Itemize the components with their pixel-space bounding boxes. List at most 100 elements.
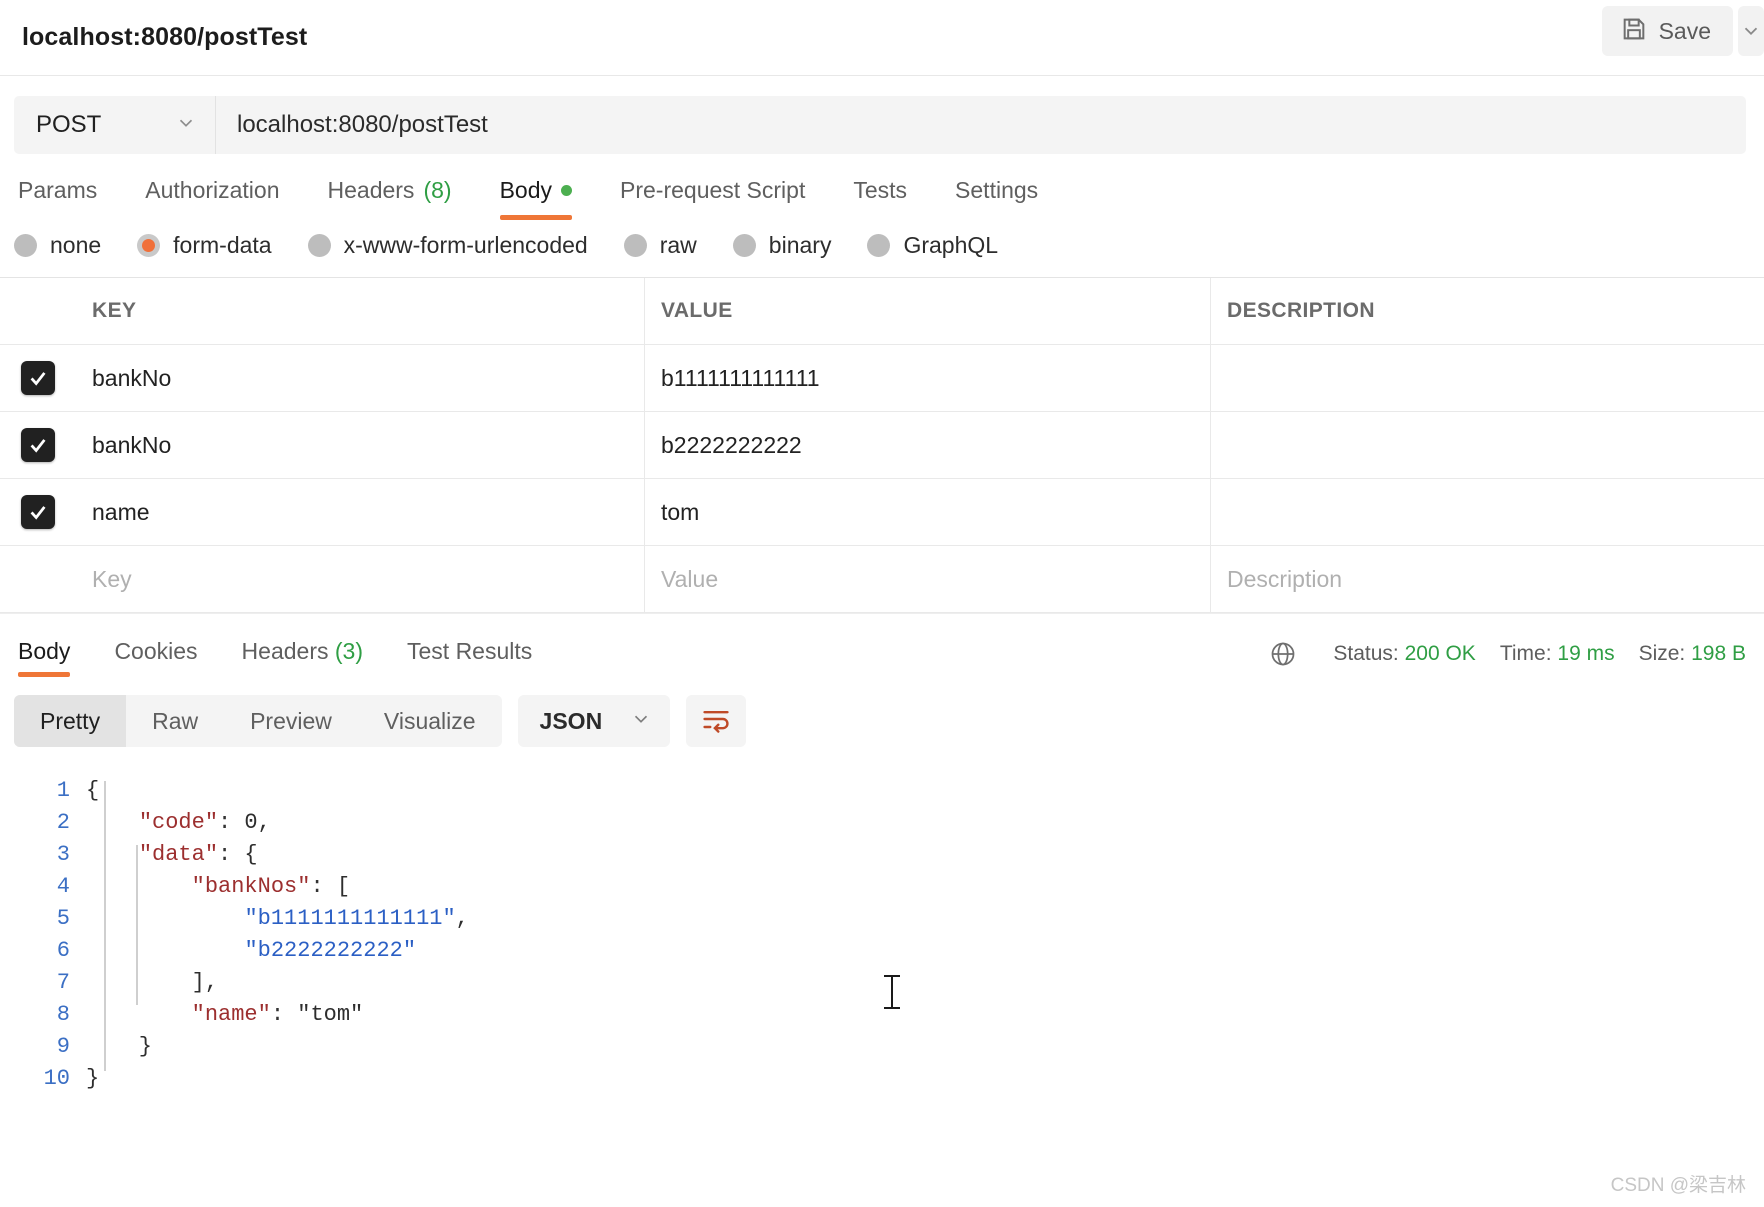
- tab-label: Tests: [853, 177, 908, 203]
- save-button[interactable]: Save: [1601, 6, 1733, 56]
- radio-icon: [867, 234, 891, 257]
- row-description-input[interactable]: [1211, 479, 1764, 545]
- status-label: Status:: [1333, 641, 1399, 665]
- code-line: "code": 0,: [138, 810, 271, 835]
- radio-binary[interactable]: binary: [732, 232, 832, 259]
- url-input[interactable]: localhost:8080/postTest: [216, 96, 1746, 154]
- tab-label: Body: [499, 177, 552, 203]
- row-key-input[interactable]: bankNo: [76, 412, 645, 478]
- url-bar: POST localhost:8080/postTest: [14, 96, 1746, 154]
- form-data-table: KEY VALUE DESCRIPTION bankNo b1111111111…: [0, 277, 1764, 613]
- response-tab-test-results[interactable]: Test Results: [385, 638, 554, 677]
- tab-body[interactable]: Body: [476, 177, 596, 220]
- row-description-input[interactable]: [1211, 345, 1764, 411]
- body-type-radio-group: none form-data x-www-form-urlencoded raw…: [0, 220, 1764, 277]
- row-checkbox-checked[interactable]: [21, 428, 55, 462]
- response-body-viewer[interactable]: 1 2 3 4 5 6 7 8 9 10 { "code": 0, "data"…: [0, 761, 1764, 1095]
- response-header: Body Cookies Headers (3) Test Results St…: [0, 613, 1764, 677]
- tab-tests[interactable]: Tests: [829, 177, 931, 220]
- code-line: }: [86, 1066, 100, 1091]
- size-label: Size:: [1638, 641, 1686, 665]
- tab-pre-request-script[interactable]: Pre-request Script: [596, 177, 829, 220]
- line-number: 9: [56, 1034, 70, 1059]
- new-row-value-input[interactable]: Value: [645, 546, 1211, 612]
- radio-raw[interactable]: raw: [623, 232, 697, 259]
- radio-label: binary: [768, 232, 832, 258]
- response-format-label: JSON: [539, 707, 603, 734]
- tab-label: Authorization: [145, 177, 280, 203]
- tab-label: Pre-request Script: [620, 177, 806, 203]
- response-meta: Status: 200 OK Time: 19 ms Size: 198 B: [1269, 640, 1746, 668]
- response-tab-headers[interactable]: Headers (3): [220, 638, 385, 677]
- viewer-mode-visualize[interactable]: Visualize: [358, 695, 502, 747]
- column-header-key: KEY: [76, 278, 645, 344]
- response-tabs: Body Cookies Headers (3) Test Results: [14, 631, 554, 677]
- top-bar: localhost:8080/postTest Save: [0, 0, 1764, 76]
- line-number: 7: [56, 970, 70, 995]
- row-value-input[interactable]: b2222222222: [645, 412, 1211, 478]
- new-row-description-input[interactable]: Description: [1211, 546, 1764, 612]
- row-checkbox-checked[interactable]: [21, 361, 55, 395]
- viewer-mode-raw[interactable]: Raw: [126, 695, 224, 747]
- postman-request-window: localhost:8080/postTest Save POST localh…: [0, 0, 1764, 1207]
- header-checkbox-cell: [0, 278, 76, 344]
- tab-headers-count: (8): [423, 177, 452, 203]
- radio-form-data[interactable]: form-data: [137, 232, 272, 259]
- radio-label: none: [50, 232, 102, 258]
- response-tab-cookies[interactable]: Cookies: [92, 638, 219, 677]
- row-key-input[interactable]: bankNo: [76, 345, 645, 411]
- tab-authorization[interactable]: Authorization: [121, 177, 303, 220]
- size-badge: Size: 198 B: [1639, 642, 1746, 666]
- code-fold-guide: [136, 845, 138, 1005]
- chevron-down-icon: [175, 112, 197, 139]
- page-title: localhost:8080/postTest: [22, 23, 308, 51]
- column-header-value: VALUE: [645, 278, 1211, 344]
- watermark: CSDN @梁吉林: [1610, 1175, 1746, 1196]
- globe-icon: [1269, 640, 1297, 668]
- radio-icon: [307, 234, 331, 257]
- viewer-mode-segmented: Pretty Raw Preview Visualize: [14, 695, 502, 747]
- code-line: "name": "tom": [191, 1002, 364, 1027]
- code-line: "b2222222222": [244, 938, 417, 963]
- response-format-select[interactable]: JSON: [517, 695, 671, 747]
- tab-settings[interactable]: Settings: [931, 177, 1062, 220]
- line-number: 5: [56, 906, 70, 931]
- word-wrap-button[interactable]: [686, 695, 747, 747]
- radio-label: form-data: [173, 232, 272, 258]
- body-modified-dot-icon: [561, 185, 572, 196]
- json-code-block: { "code": 0, "data": { "bankNos": [ "b11…: [86, 775, 1764, 1095]
- viewer-mode-preview[interactable]: Preview: [224, 695, 358, 747]
- url-bar-container: POST localhost:8080/postTest: [0, 76, 1764, 154]
- tab-label: Headers: [327, 177, 415, 203]
- table-row: bankNo b2222222222: [0, 412, 1764, 479]
- top-bar-actions: Save: [1601, 6, 1764, 56]
- new-row-key-input[interactable]: Key: [76, 546, 645, 612]
- row-value-input[interactable]: tom: [645, 479, 1211, 545]
- viewer-mode-pretty[interactable]: Pretty: [14, 695, 127, 747]
- radio-graphql[interactable]: GraphQL: [867, 232, 998, 259]
- word-wrap-icon: [700, 705, 732, 738]
- line-number: 1: [56, 778, 70, 803]
- radio-icon-selected: [137, 234, 161, 257]
- row-checkbox-cell: [0, 479, 76, 545]
- row-description-input[interactable]: [1211, 412, 1764, 478]
- code-line: {: [86, 778, 100, 803]
- response-tab-body[interactable]: Body: [14, 638, 92, 677]
- radio-x-www-form-urlencoded[interactable]: x-www-form-urlencoded: [307, 232, 588, 259]
- tab-label: Headers: [241, 637, 329, 664]
- radio-label: raw: [659, 232, 697, 258]
- table-row: bankNo b1111111111111: [0, 345, 1764, 412]
- row-key-input[interactable]: name: [76, 479, 645, 545]
- tab-label: Test Results: [407, 637, 533, 664]
- tab-params[interactable]: Params: [14, 177, 121, 220]
- radio-none[interactable]: none: [14, 232, 101, 259]
- line-number-gutter: 1 2 3 4 5 6 7 8 9 10: [0, 775, 86, 1095]
- save-options-chevron-down-icon[interactable]: [1738, 6, 1764, 56]
- method-select[interactable]: POST: [14, 96, 216, 154]
- code-line: "data": {: [138, 842, 258, 867]
- tab-headers[interactable]: Headers (8): [304, 177, 476, 220]
- row-value-input[interactable]: b1111111111111: [645, 345, 1211, 411]
- response-tab-headers-count: (3): [334, 637, 363, 664]
- radio-icon: [14, 234, 37, 257]
- row-checkbox-checked[interactable]: [21, 495, 55, 529]
